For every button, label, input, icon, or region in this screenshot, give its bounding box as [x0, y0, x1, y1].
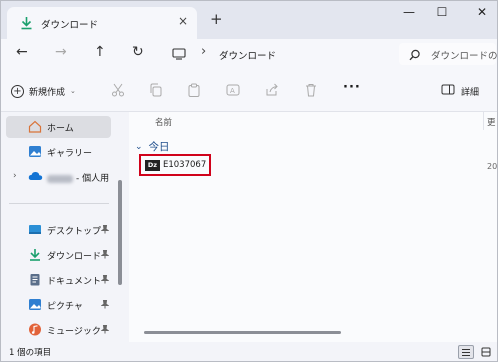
desktop-icon — [28, 223, 42, 239]
sidebar-item-label: ダウンロード — [47, 252, 102, 262]
sidebar-item-documents[interactable]: ドキュメント — [6, 269, 111, 291]
sidebar-item-label: - 個人用 — [47, 171, 109, 184]
maximize-button[interactable]: ☐ — [432, 5, 452, 23]
download-icon — [28, 248, 42, 264]
more-options-button[interactable]: ··· — [343, 80, 361, 95]
horizontal-scrollbar[interactable] — [144, 331, 341, 334]
breadcrumb-separator: › — [201, 44, 207, 59]
file-explorer-window: ダウンロード × + — ☐ ✕ ← → ↑ ↻ › ダウンロード ダウンロード… — [0, 0, 498, 362]
title-bar: ダウンロード × + — ☐ ✕ — [1, 1, 497, 39]
search-box[interactable]: ダウンロードの検索 — [399, 43, 497, 65]
list-view-icon — [462, 348, 470, 356]
documents-icon — [28, 273, 42, 289]
pin-icon — [100, 250, 110, 262]
new-label: 新規作成 — [29, 87, 66, 98]
sidebar-divider — [9, 203, 109, 204]
search-icon — [409, 49, 421, 64]
file-date: 20 — [487, 162, 498, 171]
refresh-button[interactable]: ↻ — [132, 44, 144, 60]
pictures-icon — [28, 298, 42, 314]
music-icon — [28, 323, 42, 339]
sidebar-item-label: ミュージック — [47, 327, 101, 337]
tab-close-button[interactable]: × — [178, 14, 188, 28]
navigation-bar: ← → ↑ ↻ › ダウンロード ダウンロードの検索 — [1, 39, 497, 69]
sidebar-item-label: ドキュメント — [47, 277, 102, 287]
file-item[interactable]: Dz E1037067 — [139, 154, 211, 176]
cut-icon[interactable] — [111, 83, 125, 100]
minimize-button[interactable]: — — [399, 5, 419, 23]
sidebar-item-gallery[interactable]: ギャラリー — [6, 141, 111, 163]
close-button[interactable]: ✕ — [472, 5, 492, 23]
sidebar-item-onedrive[interactable]: › - 個人用 — [6, 166, 111, 188]
tab-downloads[interactable]: ダウンロード × — [7, 7, 197, 39]
up-button[interactable]: ↑ — [94, 44, 106, 60]
download-icon — [20, 16, 33, 33]
sidebar-item-music[interactable]: ミュージック — [6, 319, 111, 341]
group-header-today[interactable]: ⌄ 今日 — [135, 139, 170, 154]
column-separator — [483, 112, 484, 130]
details-button[interactable]: 詳細 — [441, 84, 479, 98]
onedrive-icon — [28, 170, 43, 184]
pin-icon — [100, 325, 110, 337]
tiles-view-icon — [481, 347, 491, 357]
pin-icon — [100, 275, 110, 287]
sidebar-item-home[interactable]: ホーム — [6, 116, 111, 138]
new-button[interactable]: + 新規作成 ⌄ — [11, 82, 76, 100]
tab-title: ダウンロード — [41, 20, 99, 31]
sidebar-item-label: デスクトップ — [47, 227, 102, 237]
column-header-modified[interactable]: 更 — [487, 116, 496, 128]
status-bar: 1 個の項目 — [1, 342, 497, 361]
copy-icon[interactable] — [149, 83, 163, 100]
back-button[interactable]: ← — [16, 44, 28, 60]
svg-text:A: A — [230, 87, 235, 95]
pin-icon — [100, 225, 110, 237]
column-header-name[interactable]: 名前 — [155, 116, 172, 128]
command-bar: + 新規作成 ⌄ A ··· 詳細 — [1, 69, 497, 112]
tiles-view-button[interactable] — [478, 345, 494, 359]
sidebar-item-downloads[interactable]: ダウンロード — [6, 244, 111, 266]
sidebar-item-label: ギャラリー — [47, 149, 93, 159]
delete-icon[interactable] — [304, 83, 318, 100]
chevron-right-icon[interactable]: › — [13, 171, 17, 181]
details-pane-icon — [441, 84, 455, 98]
navigation-pane: ホーム ギャラリー › - 個人用 デスクトップ ダウンロード ドキュメント ピ… — [1, 112, 129, 342]
plus-icon: + — [11, 84, 24, 98]
file-type-icon: Dz — [145, 160, 160, 171]
item-count: 1 個の項目 — [9, 348, 52, 358]
sidebar-item-pictures[interactable]: ピクチャ — [6, 294, 111, 316]
group-label: 今日 — [148, 141, 170, 153]
chevron-down-icon: ⌄ — [135, 141, 143, 152]
new-tab-button[interactable]: + — [210, 10, 223, 28]
gallery-icon — [28, 145, 42, 161]
account-suffix: - 個人用 — [76, 174, 110, 184]
sidebar-item-desktop[interactable]: デスクトップ — [6, 219, 111, 241]
details-label: 詳細 — [461, 87, 480, 98]
rename-icon[interactable]: A — [226, 83, 240, 100]
sidebar-item-label: ホーム — [47, 124, 74, 134]
sidebar-scrollbar[interactable] — [118, 180, 122, 285]
home-icon — [28, 120, 42, 136]
search-input[interactable]: ダウンロードの検索 — [431, 48, 497, 62]
file-name: E1037067 — [163, 160, 207, 170]
share-icon[interactable] — [265, 83, 279, 100]
details-view-button[interactable] — [458, 345, 474, 359]
paste-icon[interactable] — [187, 83, 201, 100]
file-list: 名前 更 ⌄ 今日 Dz E1037067 20 — [129, 112, 497, 342]
sidebar-item-label: ピクチャ — [47, 302, 83, 312]
forward-button[interactable]: → — [55, 44, 67, 60]
computer-icon — [172, 48, 186, 63]
breadcrumb-downloads[interactable]: ダウンロード — [219, 48, 276, 62]
chevron-down-icon: ⌄ — [70, 87, 76, 95]
redacted-account-name — [47, 174, 73, 183]
pin-icon — [100, 300, 110, 312]
address-bar[interactable]: › ダウンロード — [161, 43, 391, 65]
